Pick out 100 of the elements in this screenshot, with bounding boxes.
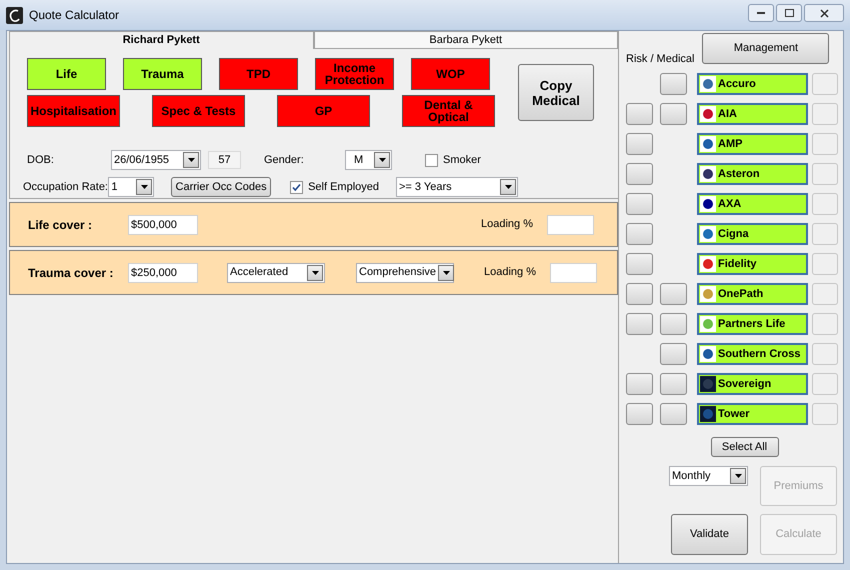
person-tab[interactable]: Richard Pykett xyxy=(9,31,314,49)
carrier-toggle[interactable]: AMP xyxy=(697,133,808,155)
copy-medical-button[interactable]: Copy Medical xyxy=(518,64,594,121)
risk-button[interactable] xyxy=(626,253,653,275)
risk-button[interactable] xyxy=(626,103,653,125)
logo-icon xyxy=(700,286,716,302)
occupation-rate-label: Occupation Rate: xyxy=(23,180,108,195)
person-tab[interactable]: Barbara Pykett xyxy=(314,31,618,49)
age-field: 57 xyxy=(208,151,241,169)
logo-icon xyxy=(700,376,716,392)
carrier-toggle[interactable]: Asteron xyxy=(697,163,808,185)
risk-button[interactable] xyxy=(626,403,653,425)
close-icon xyxy=(820,8,828,18)
carrier-toggle[interactable]: AIA xyxy=(697,103,808,125)
logo-icon xyxy=(700,256,716,272)
minimize-button[interactable] xyxy=(748,4,774,22)
risk-button[interactable] xyxy=(626,223,653,245)
medical-button[interactable] xyxy=(660,103,687,125)
carrier-toggle[interactable]: Fidelity xyxy=(697,253,808,275)
minimize-icon xyxy=(757,12,765,14)
carrier-toggle[interactable]: OnePath xyxy=(697,283,808,305)
dob-date-picker[interactable]: 26/06/1955 xyxy=(111,150,201,170)
occupation-rate-select[interactable]: 1 xyxy=(108,177,154,197)
loading-field[interactable] xyxy=(550,262,597,282)
carrier-toggle[interactable]: Cigna xyxy=(697,223,808,245)
carrier-result-box xyxy=(812,133,838,155)
logo-icon xyxy=(700,76,716,92)
carrier-result-box xyxy=(812,163,838,185)
benefit-toggle[interactable]: Trauma xyxy=(123,58,202,90)
medical-button[interactable] xyxy=(660,373,687,395)
benefit-toggle[interactable]: Dental & Optical xyxy=(402,95,495,127)
medical-button[interactable] xyxy=(660,313,687,335)
window-title: Quote Calculator xyxy=(29,7,120,24)
carrier-toggle[interactable]: AXA xyxy=(697,193,808,215)
checkbox[interactable] xyxy=(425,154,438,166)
medical-button[interactable] xyxy=(660,403,687,425)
management-button[interactable]: Management xyxy=(702,33,830,64)
carrier-toggle[interactable]: Partners Life xyxy=(697,313,808,335)
loading-label: Loading % xyxy=(484,265,536,280)
carrier-result-box xyxy=(812,253,838,275)
risk-button[interactable] xyxy=(626,283,653,305)
medical-button[interactable] xyxy=(660,343,687,365)
logo-icon xyxy=(700,136,716,152)
select-all-button[interactable]: Select All xyxy=(710,437,778,457)
benefit-toggle[interactable]: Spec & Tests xyxy=(152,95,245,127)
carrier-result-box xyxy=(812,373,838,395)
frequency-select[interactable]: Monthly xyxy=(669,466,748,486)
carrier-toggle[interactable]: Sovereign xyxy=(697,373,808,395)
medical-button[interactable] xyxy=(660,73,687,95)
cover-amount-field[interactable]: $250,000 xyxy=(128,262,198,282)
risk-medical-header: Risk / Medical xyxy=(626,52,694,66)
carrier-toggle[interactable]: Tower xyxy=(697,403,808,425)
maximize-icon xyxy=(784,9,794,17)
cover-label: Life cover : xyxy=(28,216,94,234)
validate-button[interactable]: Validate xyxy=(671,514,748,555)
logo-icon xyxy=(700,226,716,242)
benefit-toggle[interactable]: TPD xyxy=(219,58,298,90)
checkbox[interactable] xyxy=(290,180,304,194)
carrier-toggle[interactable]: Southern Cross xyxy=(697,343,808,365)
close-button[interactable] xyxy=(804,4,844,22)
dob-label: DOB: xyxy=(27,152,55,168)
app-logo-icon xyxy=(6,6,23,24)
risk-button[interactable] xyxy=(626,193,653,215)
logo-icon xyxy=(700,196,716,212)
benefit-toggle[interactable]: WOP xyxy=(411,58,490,90)
carrier-result-box xyxy=(812,343,838,365)
carrier-result-box xyxy=(812,193,838,215)
loading-field[interactable] xyxy=(547,214,594,234)
carrier-result-box xyxy=(812,223,838,245)
medical-button[interactable] xyxy=(660,283,687,305)
carrier-result-box xyxy=(812,403,838,425)
maximize-button[interactable] xyxy=(776,4,802,22)
carrier-result-box xyxy=(812,283,838,305)
cover-amount-field[interactable]: $500,000 xyxy=(128,214,198,234)
smoker-label: Smoker xyxy=(443,152,481,168)
logo-icon xyxy=(700,316,716,332)
logo-icon xyxy=(700,406,716,422)
loading-label: Loading % xyxy=(481,217,533,232)
benefit-toggle[interactable]: Hospitalisation xyxy=(27,95,120,127)
risk-button[interactable] xyxy=(626,313,653,335)
logo-icon xyxy=(700,346,716,362)
benefit-toggle[interactable]: Income Protection xyxy=(315,58,394,90)
risk-button[interactable] xyxy=(626,373,653,395)
cover-label: Trauma cover : xyxy=(28,264,114,282)
carrier-result-box xyxy=(812,73,838,95)
trauma-level-select[interactable]: Comprehensive xyxy=(356,262,454,282)
carrier-toggle[interactable]: Accuro xyxy=(697,73,808,95)
self-employed-label: Self Employed xyxy=(308,180,379,195)
carrier-result-box xyxy=(812,103,838,125)
carrier-result-box xyxy=(812,313,838,335)
gender-select[interactable]: M xyxy=(345,150,392,170)
self-employed-duration-select[interactable]: >= 3 Years xyxy=(396,177,518,197)
benefit-toggle[interactable]: GP xyxy=(277,95,370,127)
logo-icon xyxy=(700,106,716,122)
trauma-type-select[interactable]: Accelerated xyxy=(227,262,325,282)
logo-icon xyxy=(700,166,716,182)
risk-button[interactable] xyxy=(626,163,653,185)
carrier-occ-codes-button[interactable]: Carrier Occ Codes xyxy=(171,177,272,197)
risk-button[interactable] xyxy=(626,133,653,155)
benefit-toggle[interactable]: Life xyxy=(27,58,106,90)
